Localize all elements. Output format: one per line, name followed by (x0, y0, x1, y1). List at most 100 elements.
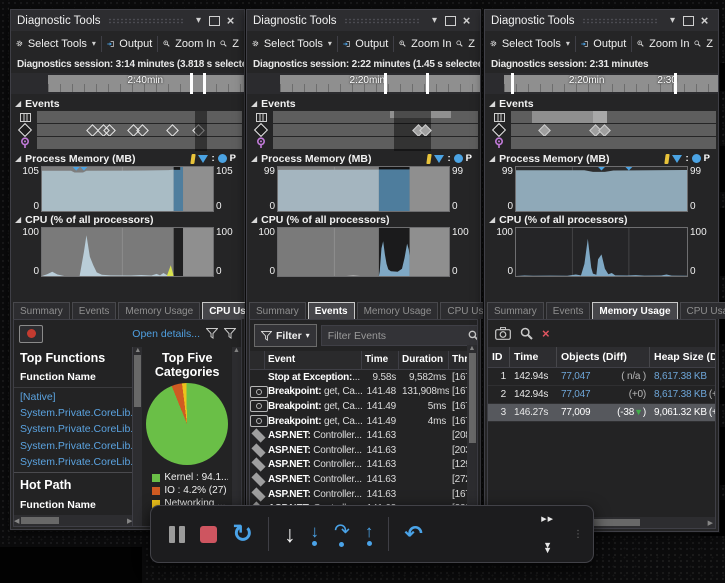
tab-memory-usage[interactable]: Memory Usage (357, 302, 439, 319)
zoom-out-icon[interactable] (456, 37, 463, 50)
function-row[interactable]: System.Private.CoreLib.dll!( (14, 420, 132, 436)
col-duration[interactable]: Duration (399, 351, 449, 369)
col-id[interactable]: ID (488, 347, 510, 367)
scrollbar-thumb[interactable] (21, 517, 59, 524)
step-into-button[interactable]: ↓ (310, 523, 319, 546)
window-menu-icon[interactable]: ▾ (665, 15, 680, 26)
col-time[interactable]: Time (362, 351, 399, 369)
expander-icon[interactable]: ◢ (15, 99, 21, 108)
toolbar-grip[interactable]: ⋮ (573, 529, 583, 540)
filter-dropdown-button[interactable]: Filter ▾ (254, 324, 317, 347)
take-snapshot-icon[interactable] (495, 327, 511, 340)
restart-button[interactable]: ↻ (232, 522, 253, 547)
snapshot-row-selected[interactable]: 3 146.27s 77,009 (-38▼) 9,061.32 KB(+443… (488, 404, 715, 422)
col-heap[interactable]: Heap Size (Diff) (650, 347, 715, 367)
function-row[interactable]: System.Private.CoreLib.dll!( (14, 404, 132, 420)
maximize-icon[interactable] (209, 16, 220, 26)
filter-events-searchbox[interactable]: ▾ (321, 325, 478, 346)
memory-chart[interactable] (277, 166, 450, 212)
memory-section-header[interactable]: ◢ Process Memory (MB) : P (11, 151, 244, 166)
title-bar[interactable]: Diagnostic Tools ▾ × (247, 10, 480, 31)
tab-memory-usage[interactable]: Memory Usage (592, 302, 677, 319)
selection-marker-end[interactable] (426, 73, 429, 94)
scroll-up-icon[interactable]: ▲ (134, 347, 141, 354)
marks-lane[interactable] (249, 137, 478, 149)
event-row[interactable]: Stop at Exception:... 9.58s 9,582ms [167 (250, 370, 477, 385)
col-thread[interactable]: Thre (449, 351, 467, 369)
title-bar[interactable]: Diagnostic Tools ▾ × (485, 10, 718, 31)
tab-events[interactable]: Events (546, 302, 591, 319)
events-section-header[interactable]: ◢ Events (11, 96, 244, 111)
function-row[interactable]: System.Private.CoreLib.dll!( (14, 453, 132, 469)
event-row[interactable]: ASP.NET: Controller... 141.63 [129 (250, 458, 477, 473)
zoom-out-icon[interactable] (220, 37, 227, 50)
event-row[interactable]: ASP.NET: Controller... 141.63 [208 (250, 428, 477, 443)
step-over-button[interactable]: ↷ (334, 522, 350, 547)
output-button[interactable]: Output (119, 38, 152, 50)
cpu-chart[interactable] (515, 227, 688, 277)
run-to-cursor-button[interactable]: ↓ (284, 523, 296, 546)
step-backward-button[interactable]: ↶ (404, 523, 422, 545)
window-menu-icon[interactable]: ▾ (427, 15, 442, 26)
tab-events[interactable]: Events (308, 302, 355, 319)
scroll-right-icon[interactable]: ▶ (127, 517, 132, 525)
pause-button[interactable] (169, 526, 185, 543)
marks-lane[interactable] (487, 137, 716, 149)
timeline-ruler[interactable]: 2:20min 2:30 (485, 73, 718, 94)
title-bar[interactable]: Diagnostic Tools ▾ × (11, 10, 244, 31)
record-cpu-profile-button[interactable] (19, 325, 43, 343)
scrollbar-thumb[interactable] (469, 353, 476, 443)
expander-icon[interactable]: ◢ (489, 154, 495, 163)
zoom-in-button[interactable]: Zoom In (175, 38, 215, 50)
expander-icon[interactable]: ◢ (15, 154, 21, 163)
horizontal-scrollbar[interactable]: ◀ ▶ (14, 515, 132, 526)
vertical-scrollbar[interactable]: ▲ (467, 345, 477, 520)
intellitrace-lane[interactable] (13, 111, 242, 123)
select-tools-button[interactable]: Select Tools (28, 38, 87, 50)
select-tools-button[interactable]: Select Tools (264, 38, 323, 50)
expand-toolbar-icon[interactable]: ▶▶ (541, 515, 554, 523)
col-objects[interactable]: Objects (Diff) (557, 347, 650, 367)
tab-cpu-usage[interactable]: CPU Usage (680, 302, 725, 319)
range-marker-end[interactable] (674, 73, 677, 94)
tab-memory-usage[interactable]: Memory Usage (118, 302, 200, 319)
events-section-header[interactable]: ◢ Events (247, 96, 480, 111)
overflow-chevron-icon[interactable]: ▼▼ (543, 543, 552, 553)
tab-events[interactable]: Events (72, 302, 117, 319)
cpu-section-header[interactable]: ◢ CPU (% of all processors) (11, 212, 244, 227)
memory-section-header[interactable]: ◢ Process Memory (MB) : P (247, 151, 480, 166)
marks-lane[interactable] (13, 137, 242, 149)
custom-events-lane[interactable] (249, 124, 478, 136)
event-diamond[interactable] (137, 124, 150, 136)
col-time[interactable]: Time (510, 347, 557, 367)
filter-icon[interactable] (206, 328, 218, 339)
scrollbar-thumb[interactable] (134, 355, 141, 407)
close-icon[interactable]: × (459, 13, 474, 28)
custom-events-lane[interactable] (487, 124, 716, 136)
event-diamond[interactable] (538, 124, 551, 136)
function-row[interactable]: System.Private.CoreLib.dll!( (14, 437, 132, 453)
snapshot-row[interactable]: 2 142.94s 77,047(+0) 8,617.38 KB(+0 (488, 386, 715, 404)
stop-button[interactable] (200, 526, 217, 543)
event-row[interactable]: Breakpoint: get, Ca... 141.48 131,908ms … (250, 385, 477, 400)
maximize-icon[interactable] (445, 16, 456, 26)
tab-summary[interactable]: Summary (249, 302, 306, 319)
memory-section-header[interactable]: ◢ Process Memory (MB) : P (485, 151, 718, 166)
selection-marker-start[interactable] (384, 73, 387, 94)
cpu-chart[interactable] (277, 227, 450, 277)
cpu-chart[interactable] (41, 227, 214, 277)
expander-icon[interactable]: ◢ (251, 154, 257, 163)
function-row[interactable]: [Native] (14, 388, 132, 404)
delete-snapshot-icon[interactable]: × (542, 327, 550, 340)
zoom-in-button[interactable]: Zoom In (649, 38, 689, 50)
filter-icon[interactable] (224, 328, 236, 339)
function-name-column-header[interactable]: Function Name (14, 367, 132, 388)
custom-events-lane[interactable] (13, 124, 242, 136)
timeline-ruler[interactable]: 2:40min (11, 73, 244, 94)
event-row[interactable]: Breakpoint: get, Ca... 141.49 5ms [167 (250, 399, 477, 414)
output-button[interactable]: Output (355, 38, 388, 50)
scroll-up-icon[interactable]: ▲ (469, 345, 476, 352)
intellitrace-lane[interactable] (249, 111, 478, 123)
expander-icon[interactable]: ◢ (489, 99, 495, 108)
open-details-link[interactable]: Open details... (132, 328, 200, 340)
